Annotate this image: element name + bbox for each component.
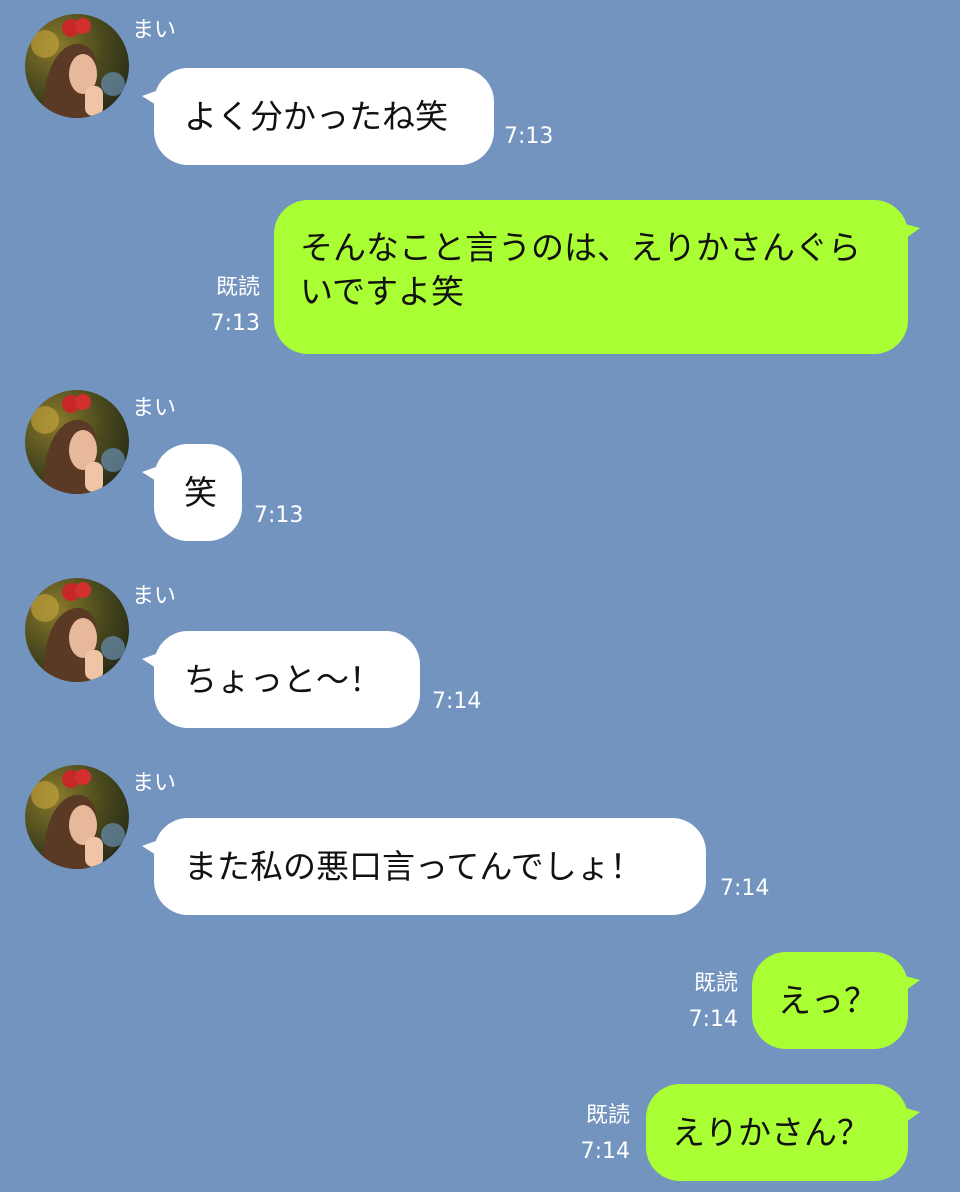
read-receipt: 既読 <box>585 1103 630 1128</box>
sender-name: まい <box>132 396 177 421</box>
message-bubble[interactable]: ちょっと〜！ <box>142 631 420 728</box>
read-receipt: 既読 <box>215 275 260 300</box>
message-text: えりかさん？ <box>672 1112 870 1152</box>
message-text: また私の悪口言ってんでしょ！ <box>184 846 643 886</box>
message-time: 7:13 <box>254 503 304 528</box>
message-bubble[interactable]: また私の悪口言ってんでしょ！ <box>142 818 706 915</box>
message-time: 7:13 <box>210 311 260 336</box>
message-bubble[interactable]: そんなこと言うのは、えりかさんぐらいですよ笑 <box>274 200 920 354</box>
message-bubble[interactable]: 笑 <box>142 444 242 541</box>
avatar[interactable] <box>25 14 129 118</box>
message-time: 7:14 <box>580 1139 630 1164</box>
message-bubble[interactable]: よく分かったね笑 <box>142 68 494 165</box>
message-text: そんなこと言うのは、えりかさんぐらいですよ笑 <box>300 228 861 311</box>
message-text: 笑 <box>184 472 217 512</box>
sender-name: まい <box>132 771 177 796</box>
message-time: 7:14 <box>432 689 482 714</box>
message-time: 7:14 <box>688 1007 738 1032</box>
avatar[interactable] <box>25 765 129 869</box>
message-text: ちょっと〜！ <box>184 659 382 699</box>
message-meta: 既読 7:14 <box>581 1098 630 1170</box>
message-bubble[interactable]: えりかさん？ <box>646 1084 920 1181</box>
message-meta: 既読 7:14 <box>689 966 738 1038</box>
message-text: えっ？ <box>778 980 877 1020</box>
message-time: 7:13 <box>504 124 554 149</box>
sender-name: まい <box>132 584 177 609</box>
avatar[interactable] <box>25 578 129 682</box>
message-text: よく分かったね笑 <box>184 96 448 136</box>
avatar[interactable] <box>25 390 129 494</box>
message-time: 7:14 <box>720 876 770 901</box>
message-bubble[interactable]: えっ？ <box>752 952 920 1049</box>
message-meta: 既読 7:13 <box>211 270 260 342</box>
sender-name: まい <box>132 18 177 43</box>
read-receipt: 既読 <box>693 971 738 996</box>
